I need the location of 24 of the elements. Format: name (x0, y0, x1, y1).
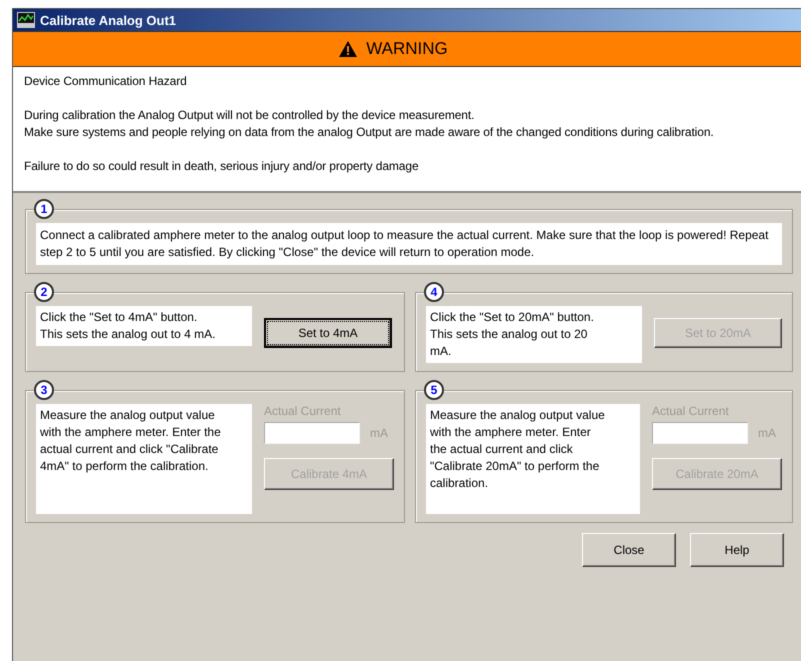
step-number: 2 (34, 282, 54, 302)
step-number: 5 (424, 380, 444, 400)
field-label: Actual Current (652, 404, 730, 418)
step-number: 3 (34, 380, 54, 400)
step-instructions: Connect a calibrated amphere meter to the analog output loop to measure the actual current. Make sure that the loop is powered! Repeat step 2 to 5 until you are satisfied. By clicking "Close" the device will return to operation mode. (36, 223, 782, 265)
field-label: Actual Current (264, 404, 342, 418)
chart-icon (17, 12, 35, 28)
warning-text: Failure to do so could result in death, serious injury and/or property damage (24, 158, 420, 175)
step-number: 1 (34, 199, 54, 219)
step-instructions: Click the "Set to 20mA" button. This sets the analog out to 20 mA. (426, 306, 642, 363)
warning-heading: WARNING (366, 39, 448, 59)
warning-text: Device Communication Hazard (24, 73, 188, 90)
unit-label: mA (370, 426, 388, 440)
dialog-button[interactable]: Help (690, 533, 784, 567)
set-button[interactable]: Set to 4mA (264, 318, 392, 348)
step-number: 4 (424, 282, 444, 302)
warning-icon (338, 40, 358, 58)
dialog-button[interactable]: Close (582, 533, 676, 567)
window-title: Calibrate Analog Out1 (40, 12, 176, 28)
step-instructions: Click the "Set to 4mA" button. This sets the analog out to 4 mA. (36, 306, 252, 346)
unit-label: mA (758, 426, 776, 440)
warning-text: During calibration the Analog Output will not be controlled by the device measurement. Make sure systems and people relying on data from the analog Output are made aware of the changed conditions during calibration. (24, 107, 715, 141)
step-instructions: Measure the analog output value with the amphere meter. Enter the actual current and click "Calibrate 20mA" to perform the calibration. (426, 404, 640, 514)
step-instructions: Measure the analog output value with the amphere meter. Enter the actual current and click "Calibrate 4mA" to perform the calibration. (36, 404, 252, 514)
